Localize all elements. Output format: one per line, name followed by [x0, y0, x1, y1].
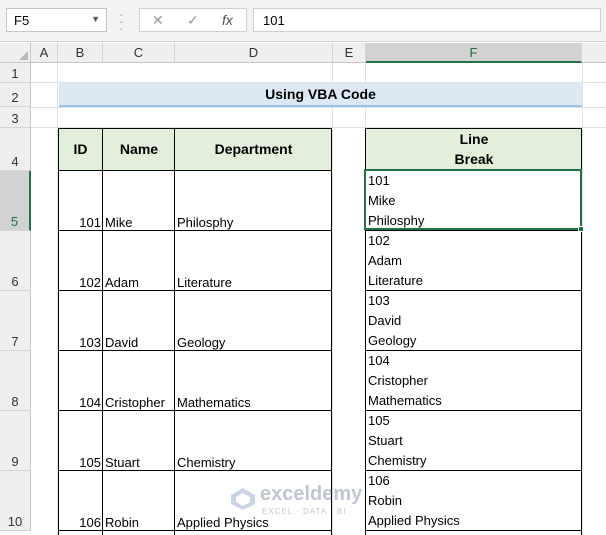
row-header-1[interactable]: 1	[0, 63, 31, 83]
table-row[interactable]: Cristopher	[103, 351, 175, 411]
line-break-cell[interactable]: 105 Stuart Chemistry	[366, 411, 582, 471]
table-row[interactable]: Philosphy	[175, 171, 332, 231]
table-border	[365, 128, 582, 129]
column-header-g[interactable]	[582, 43, 606, 63]
enter-icon[interactable]: ✓	[187, 12, 199, 29]
formula-input[interactable]: 101	[253, 8, 601, 32]
row-header-9[interactable]: 9	[0, 411, 31, 471]
header-id[interactable]: ID	[58, 128, 103, 171]
table-border	[58, 530, 332, 531]
more-options-icon: · · ·	[119, 7, 124, 36]
table-row[interactable]: 105	[58, 411, 103, 471]
table-row[interactable]: 106	[58, 471, 103, 531]
table-row[interactable]: Mathematics	[175, 351, 332, 411]
row-header-8[interactable]: 8	[0, 351, 31, 411]
table-border	[365, 128, 366, 535]
line-break-cell[interactable]: 104 Cristopher Mathematics	[366, 351, 582, 411]
line-break-cell[interactable]: 101 Mike Philosphy	[366, 171, 582, 231]
table-row[interactable]: Mike	[103, 171, 175, 231]
sheet-title[interactable]: Using VBA Code	[59, 83, 582, 107]
fill-handle[interactable]	[578, 226, 584, 232]
table-row[interactable]: 101	[58, 171, 103, 231]
table-border	[331, 128, 332, 535]
table-border	[365, 530, 582, 531]
column-header-a[interactable]: A	[31, 43, 58, 63]
row-header-10[interactable]: 10	[0, 471, 31, 531]
insert-function-icon[interactable]: fx	[222, 12, 233, 28]
table-row[interactable]: David	[103, 291, 175, 351]
select-all-button[interactable]	[0, 43, 31, 63]
row-header-4[interactable]: 4	[0, 128, 31, 171]
table-border	[58, 170, 332, 171]
table-border	[365, 170, 582, 171]
header-line-break[interactable]: Line Break	[366, 128, 582, 171]
row-header-2[interactable]: 2	[0, 83, 31, 107]
chevron-down-icon[interactable]: ▼	[91, 14, 100, 24]
table-border	[365, 290, 582, 291]
exceldemy-logo-icon	[231, 488, 255, 510]
header-name[interactable]: Name	[103, 128, 175, 171]
table-row[interactable]: Adam	[103, 231, 175, 291]
table-border	[174, 128, 175, 535]
table-border	[58, 290, 332, 291]
gridline	[31, 107, 606, 108]
column-header-c[interactable]: C	[103, 43, 175, 63]
table-border	[581, 128, 582, 535]
row-header-3[interactable]: 3	[0, 107, 31, 128]
table-row[interactable]: Geology	[175, 291, 332, 351]
column-header-e[interactable]: E	[333, 43, 366, 63]
worksheet: A B C D E F 1 2 3 4 5 6 7 8 9 10 Using V…	[0, 43, 606, 535]
table-border	[102, 128, 103, 535]
formula-input-value: 101	[263, 13, 285, 28]
table-row[interactable]: Chemistry	[175, 411, 332, 471]
row-header-6[interactable]: 6	[0, 231, 31, 291]
header-department[interactable]: Department	[175, 128, 332, 171]
column-header-f[interactable]: F	[366, 43, 582, 63]
line-break-cell[interactable]: 103 David Geology	[366, 291, 582, 351]
table-border	[58, 230, 332, 231]
table-row[interactable]: 104	[58, 351, 103, 411]
cancel-icon[interactable]: ✕	[152, 12, 164, 29]
formula-buttons: ✕ ✓ fx	[139, 8, 247, 32]
table-border	[58, 350, 332, 351]
gridline	[582, 63, 583, 535]
line-break-cell[interactable]: 106 Robin Applied Physics	[366, 471, 582, 531]
watermark-brand: exceldemy	[260, 483, 363, 505]
table-border	[365, 410, 582, 411]
gridline	[332, 63, 333, 535]
table-border	[58, 470, 332, 471]
table-border	[58, 128, 332, 129]
table-row[interactable]: Literature	[175, 231, 332, 291]
line-break-cell[interactable]: 102 Adam Literature	[366, 231, 582, 291]
table-border	[365, 470, 582, 471]
table-border	[58, 410, 332, 411]
table-border	[365, 230, 582, 231]
name-box-value: F5	[14, 13, 30, 28]
table-border	[365, 350, 582, 351]
table-row[interactable]: 103	[58, 291, 103, 351]
column-header-d[interactable]: D	[175, 43, 333, 63]
watermark-tagline: EXCEL · DATA · BI	[262, 507, 347, 516]
table-row[interactable]: Stuart	[103, 411, 175, 471]
row-header-7[interactable]: 7	[0, 291, 31, 351]
table-border	[58, 128, 59, 535]
column-header-b[interactable]: B	[58, 43, 103, 63]
name-box[interactable]: F5 ▼	[6, 8, 107, 32]
table-row[interactable]: 102	[58, 231, 103, 291]
row-header-5[interactable]: 5	[0, 171, 31, 231]
formula-bar: F5 ▼ · · · ✕ ✓ fx 101	[0, 0, 606, 42]
table-row[interactable]: Robin	[103, 471, 175, 531]
